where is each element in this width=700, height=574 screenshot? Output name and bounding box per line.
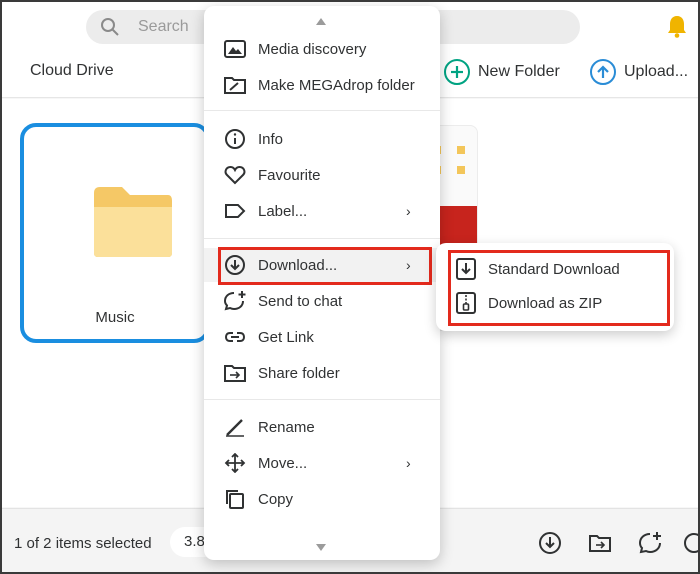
menu-item-label: Favourite [258,167,321,184]
menu-item-info[interactable]: Info [204,122,440,156]
selection-count: 1 of 2 items selected [14,535,152,552]
menu-item-label: Move... [258,455,308,472]
share-folder-icon[interactable] [588,531,612,555]
link-icon[interactable] [682,531,700,555]
thumbnail-detail [457,166,465,174]
download-submenu: Standard Download Download as ZIP [436,243,674,331]
upload-label: Upload... [624,63,689,80]
scroll-down-icon[interactable] [316,544,326,551]
new-folder-label: New Folder [478,63,560,80]
upload-button[interactable]: Upload... [590,58,688,86]
plus-icon [444,59,470,85]
chevron-right-icon: › [406,203,411,219]
menu-item-label: Rename [258,419,315,436]
thumbnail-detail [457,146,465,154]
menu-item-label: Info [258,131,284,148]
menu-item-label: Copy [258,491,294,508]
folder-card-music[interactable]: Music [20,123,210,343]
download-icon[interactable] [538,531,562,555]
send-to-chat-icon [224,291,246,311]
menu-item-label-submenu[interactable]: Label... › [204,194,440,228]
media-discovery-icon [224,40,246,58]
menu-item-send-to-chat[interactable]: Send to chat [204,284,440,318]
folder-name: Music [95,309,135,326]
menu-divider [204,238,440,239]
menu-item-move[interactable]: Move... › [204,446,440,480]
heart-icon [224,165,246,185]
copy-icon [226,490,244,509]
label-icon [225,204,246,218]
app-window: Search Cloud Drive New Folder Upload... [0,0,700,574]
menu-item-media-discovery[interactable]: Media discovery [204,32,440,66]
scroll-up-icon[interactable] [316,18,326,25]
menu-item-label: Share folder [258,365,340,382]
menu-item-get-link[interactable]: Get Link [204,320,440,354]
pencil-icon [226,419,244,437]
bell-icon[interactable] [666,14,688,38]
search-icon [101,18,119,36]
menu-item-rename[interactable]: Rename [204,410,440,444]
info-icon [225,129,245,149]
highlight-frame [448,250,670,326]
folder-icon [94,187,172,257]
link-icon [224,332,246,342]
menu-item-label: Get Link [258,329,314,346]
upload-arrow-icon [590,59,616,85]
search-placeholder: Search [138,18,189,35]
move-icon [224,453,246,473]
menu-item-favourite[interactable]: Favourite [204,158,440,192]
menu-divider [204,399,440,400]
menu-item-share-folder[interactable]: Share folder [204,356,440,390]
menu-item-label: Media discovery [258,41,367,58]
new-folder-button[interactable]: New Folder [444,58,560,86]
share-folder-icon [224,365,246,382]
menu-item-label: Label... [258,203,308,220]
menu-item-copy[interactable]: Copy [204,482,440,516]
menu-item-label: Send to chat [258,293,343,310]
menu-item-label: Make MEGAdrop folder [258,77,415,94]
send-to-chat-icon[interactable] [638,531,662,555]
menu-item-megadrop[interactable]: Make MEGAdrop folder [204,68,440,102]
megadrop-icon [224,77,246,94]
menu-divider [204,110,440,111]
breadcrumb[interactable]: Cloud Drive [30,62,114,80]
chevron-right-icon: › [406,455,411,471]
highlight-frame [218,247,432,285]
